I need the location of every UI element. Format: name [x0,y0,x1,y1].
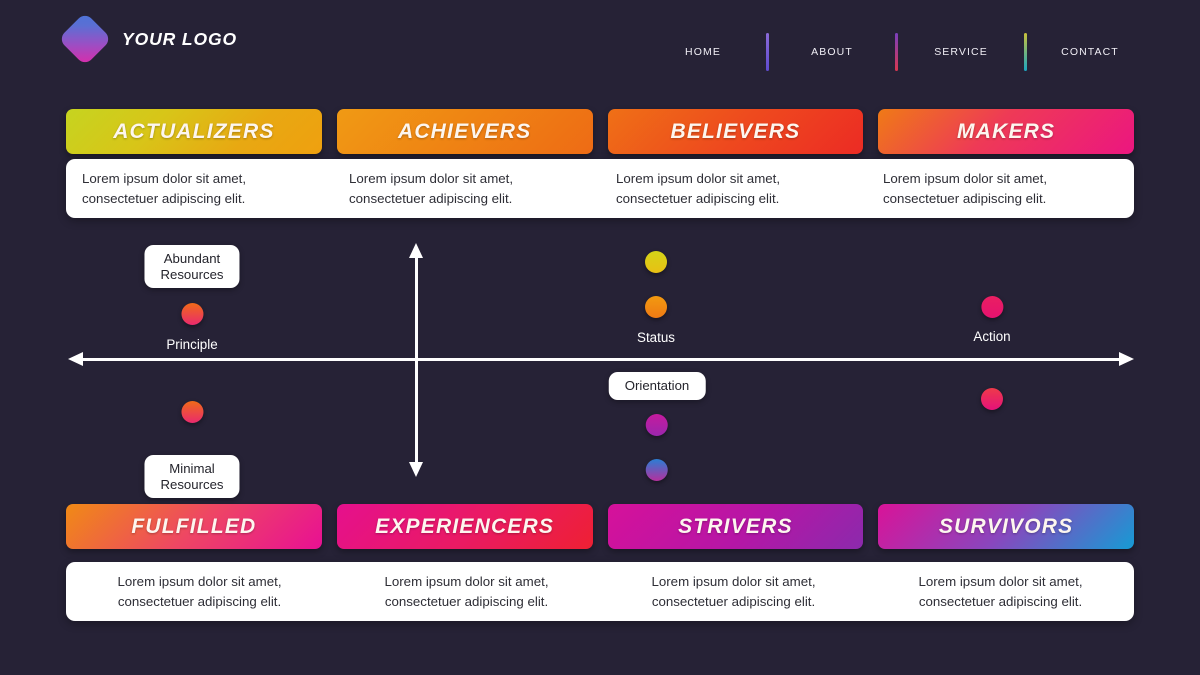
nav-separator-2 [895,33,898,71]
nav-item-about[interactable]: ABOUT [777,46,887,58]
bottom-segment-titles: FULFILLED EXPERIENCERS STRIVERS SURVIVOR… [66,504,1134,549]
arrow-head-right-icon [1119,352,1134,366]
marker-principle-lower: Minimal Resources [144,401,240,499]
marker-status-upper: Status [637,251,675,345]
segment-pill-achievers[interactable]: ACHIEVERS [336,109,593,154]
description-text: Lorem ipsum dolor sit amet, consectetuer… [384,573,549,609]
description-text: Lorem ipsum dolor sit amet, consectetuer… [918,573,1083,609]
axis-line [81,357,1121,361]
chip-orientation: Orientation [608,372,706,400]
description-text: Lorem ipsum dolor sit amet, consectetuer… [82,170,247,206]
vertical-axis-arrow [409,243,423,477]
description-cell-experiencers: Lorem ipsum dolor sit amet, consectetuer… [333,562,600,621]
nav-item-contact[interactable]: CONTACT [1035,46,1145,58]
nav-separator-3 [1024,33,1027,71]
description-text: Lorem ipsum dolor sit amet, consectetuer… [883,170,1048,206]
marker-action-lower [981,388,1003,410]
description-cell-survivors: Lorem ipsum dolor sit amet, consectetuer… [867,562,1134,621]
top-description-panel: Lorem ipsum dolor sit amet, consectetuer… [66,159,1134,218]
arrow-head-down-icon [409,462,423,477]
dot-action-upper [981,296,1003,318]
segment-pill-believers[interactable]: BELIEVERS [607,109,864,154]
nav-item-home[interactable]: HOME [648,46,758,58]
description-cell-fulfilled: Lorem ipsum dolor sit amet, consectetuer… [66,562,333,621]
segment-pill-makers[interactable]: MAKERS [878,109,1134,154]
logo-text: YOUR LOGO [122,28,238,49]
nav-item-service[interactable]: SERVICE [906,46,1016,58]
description-text: Lorem ipsum dolor sit amet, consectetuer… [616,170,781,206]
description-text: Lorem ipsum dolor sit amet, consectetuer… [349,170,514,206]
segment-pill-strivers[interactable]: STRIVERS [607,504,864,549]
description-cell-makers: Lorem ipsum dolor sit amet, consectetuer… [867,159,1134,218]
marker-action-upper: Action [973,296,1011,344]
axis-label-principle: Principle [166,337,218,353]
axis-label-action: Action [973,329,1011,344]
segment-pill-experiencers[interactable]: EXPERIENCERS [336,504,593,549]
dot-status-upper-1 [645,251,667,273]
axis-label-status: Status [637,330,675,345]
dot-status-lower-1 [645,413,668,436]
description-cell-believers: Lorem ipsum dolor sit amet, consectetuer… [600,159,867,218]
chip-minimal-resources: Minimal Resources [144,455,240,499]
segment-pill-actualizers[interactable]: ACTUALIZERS [66,109,322,154]
bottom-description-panel: Lorem ipsum dolor sit amet, consectetuer… [66,562,1134,621]
nav-separator-1 [766,33,769,71]
axis-line [414,256,418,464]
segment-pill-survivors[interactable]: SURVIVORS [878,504,1134,549]
description-cell-achievers: Lorem ipsum dolor sit amet, consectetuer… [333,159,600,218]
page-header: YOUR LOGO HOME ABOUT SERVICE CONTACT [0,0,1200,90]
description-cell-actualizers: Lorem ipsum dolor sit amet, consectetuer… [66,159,333,218]
dot-status-lower-2 [645,458,668,481]
dot-action-lower [981,388,1003,410]
dot-principle-lower [180,401,203,423]
chip-abundant-resources: Abundant Resources [144,245,240,289]
marker-orientation: Orientation [608,372,706,481]
dot-principle-upper [180,303,203,326]
marker-principle-upper: Abundant Resources Principle [144,245,240,353]
logo[interactable]: YOUR LOGO [58,12,238,66]
description-text: Lorem ipsum dolor sit amet, consectetuer… [651,573,816,609]
diamond-logo-icon [58,12,112,66]
dot-status-upper-2 [645,296,667,318]
segment-pill-fulfilled[interactable]: FULFILLED [66,504,322,549]
description-text: Lorem ipsum dolor sit amet, consectetuer… [117,573,282,609]
main-navigation: HOME ABOUT SERVICE CONTACT [648,33,1145,71]
horizontal-axis-arrow [68,352,1134,366]
description-cell-strivers: Lorem ipsum dolor sit amet, consectetuer… [600,562,867,621]
top-segment-titles: ACTUALIZERS ACHIEVERS BELIEVERS MAKERS [66,109,1134,154]
